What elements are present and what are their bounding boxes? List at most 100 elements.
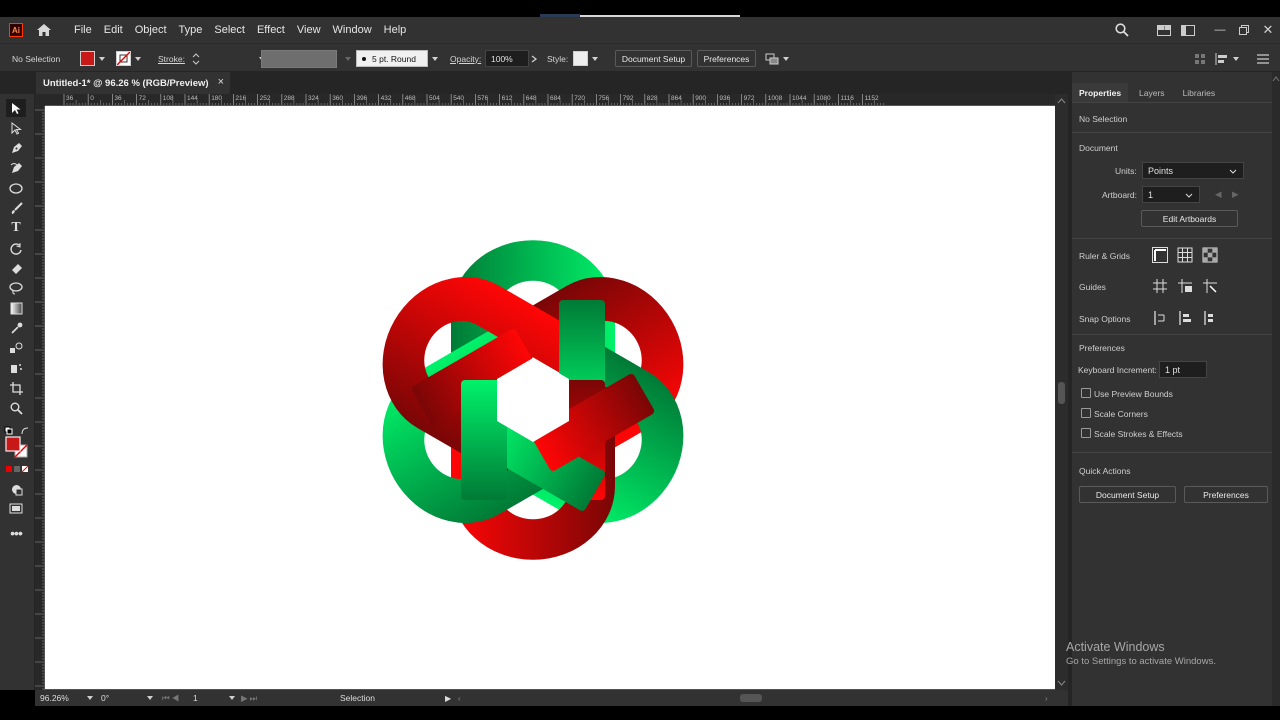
- fill-swatch[interactable]: [80, 51, 95, 66]
- units-dropdown[interactable]: Points: [1142, 162, 1244, 179]
- restore-icon[interactable]: [1232, 17, 1256, 43]
- document-setup-button[interactable]: Document Setup: [615, 50, 692, 67]
- menu-effect[interactable]: Effect: [251, 24, 291, 36]
- interlaced-knot-artwork[interactable]: [45, 106, 1055, 689]
- status-menu-icon[interactable]: ▶: [445, 694, 451, 703]
- align-left-icon[interactable]: [1215, 44, 1239, 73]
- tab-libraries[interactable]: Libraries: [1176, 83, 1223, 102]
- arrange-documents-icon[interactable]: [1152, 17, 1176, 43]
- fill-dropdown-icon[interactable]: [99, 56, 105, 61]
- zoom-field[interactable]: 96.26%: [40, 693, 69, 703]
- search-icon[interactable]: [1110, 17, 1134, 43]
- menu-help[interactable]: Help: [378, 24, 413, 36]
- more-tools-icon[interactable]: •••: [6, 524, 26, 542]
- use-preview-bounds-checkbox[interactable]: [1081, 388, 1091, 398]
- artboard[interactable]: [45, 106, 1055, 689]
- panel-scroll-up-icon[interactable]: [1272, 75, 1280, 83]
- artboard-nav-dropdown-icon[interactable]: [229, 696, 235, 700]
- transparency-grid-icon[interactable]: [1202, 247, 1218, 263]
- artboard-prev-icon[interactable]: ◀: [1215, 189, 1222, 200]
- eyedropper-tool-icon[interactable]: [6, 319, 26, 337]
- brush-dropdown-icon[interactable]: [432, 56, 438, 61]
- stroke-weight-field[interactable]: [203, 50, 255, 67]
- rotation-field[interactable]: 0°: [101, 693, 109, 703]
- menu-window[interactable]: Window: [327, 24, 378, 36]
- fill-stroke-indicator[interactable]: [4, 436, 30, 458]
- lock-guides-icon[interactable]: [1177, 278, 1193, 294]
- menu-type[interactable]: Type: [173, 24, 209, 36]
- arrange-icon[interactable]: [765, 44, 789, 73]
- pen-tool-icon[interactable]: [6, 139, 26, 157]
- color-mode-icons[interactable]: [4, 464, 30, 474]
- show-guides-icon[interactable]: [1152, 278, 1168, 294]
- snap-to-pixel-icon[interactable]: [1177, 310, 1193, 326]
- menu-view[interactable]: View: [291, 24, 327, 36]
- eraser-tool-icon[interactable]: [6, 259, 26, 277]
- panel-scrollbar[interactable]: [1272, 72, 1280, 706]
- type-tool-icon[interactable]: T: [6, 219, 26, 237]
- symbol-sprayer-tool-icon[interactable]: [6, 359, 26, 377]
- zoom-tool-icon[interactable]: [6, 399, 26, 417]
- direct-selection-tool-icon[interactable]: [6, 119, 26, 137]
- stroke-label[interactable]: Stroke:: [158, 44, 185, 73]
- artboard-next-icon[interactable]: ▶: [1232, 189, 1239, 200]
- brush-definition[interactable]: 5 pt. Round: [356, 50, 428, 67]
- minimize-icon[interactable]: —: [1208, 17, 1232, 43]
- artboard-tool-icon[interactable]: [6, 379, 26, 397]
- workspace-icon[interactable]: [1176, 17, 1200, 43]
- graphic-style-swatch[interactable]: [573, 51, 588, 66]
- vertical-scrollbar[interactable]: [1055, 94, 1068, 690]
- scale-strokes-checkbox[interactable]: [1081, 428, 1091, 438]
- zoom-dropdown-icon[interactable]: [87, 696, 93, 700]
- close-tab-icon[interactable]: ×: [218, 76, 224, 88]
- smart-guides-icon[interactable]: [1202, 278, 1218, 294]
- document-tab[interactable]: Untitled-1* @ 96.26 % (RGB/Preview) ×: [36, 72, 230, 94]
- screen-mode-icon[interactable]: [6, 500, 26, 518]
- curvature-tool-icon[interactable]: [6, 159, 26, 177]
- menu-edit[interactable]: Edit: [98, 24, 129, 36]
- hscroll-right-icon[interactable]: ›: [1045, 694, 1048, 703]
- rotate-tool-icon[interactable]: [6, 239, 26, 257]
- ruler-corner[interactable]: [35, 94, 45, 106]
- stroke-dropdown-icon[interactable]: [135, 56, 141, 61]
- home-icon[interactable]: [35, 21, 53, 39]
- opacity-arrow-icon[interactable]: [531, 44, 537, 73]
- menu-select[interactable]: Select: [208, 24, 251, 36]
- tab-properties[interactable]: Properties: [1072, 83, 1129, 102]
- draw-mode-icon[interactable]: [6, 480, 26, 498]
- artboard-dropdown[interactable]: 1: [1142, 186, 1200, 203]
- scroll-down-icon[interactable]: [1055, 678, 1068, 688]
- ellipse-tool-icon[interactable]: [6, 179, 26, 197]
- align-icon[interactable]: [1194, 44, 1206, 73]
- hscroll-left-icon[interactable]: ‹: [458, 694, 461, 703]
- first-prev-artboard-icons[interactable]: ⏮◀: [162, 693, 181, 704]
- artboard-nav-field[interactable]: 1: [193, 693, 198, 703]
- paintbrush-tool-icon[interactable]: [6, 199, 26, 217]
- variable-width-profile[interactable]: [261, 49, 337, 68]
- rotation-dropdown-icon[interactable]: [147, 696, 153, 700]
- stroke-weight-stepper[interactable]: [192, 44, 200, 73]
- show-rulers-icon[interactable]: [1152, 247, 1168, 263]
- tab-layers[interactable]: Layers: [1132, 83, 1172, 102]
- snap-to-point-icon[interactable]: [1152, 310, 1168, 326]
- snap-to-glyph-icon[interactable]: [1202, 310, 1218, 326]
- scroll-thumb[interactable]: [1058, 382, 1065, 404]
- hscroll-thumb[interactable]: [740, 694, 762, 702]
- profile-dropdown-icon[interactable]: [345, 56, 351, 61]
- scale-corners-checkbox[interactable]: [1081, 408, 1091, 418]
- vertical-ruler[interactable]: [35, 106, 45, 690]
- show-grid-icon[interactable]: [1177, 247, 1193, 263]
- opacity-label[interactable]: Opacity:: [450, 44, 481, 73]
- menu-file[interactable]: File: [68, 24, 98, 36]
- keyboard-increment-field[interactable]: 1 pt: [1159, 361, 1207, 378]
- close-window-icon[interactable]: ✕: [1256, 17, 1280, 43]
- menu-object[interactable]: Object: [129, 24, 173, 36]
- quick-document-setup-button[interactable]: Document Setup: [1079, 486, 1176, 503]
- edit-artboards-button[interactable]: Edit Artboards: [1141, 210, 1238, 227]
- scroll-up-icon[interactable]: [1055, 96, 1068, 106]
- stroke-swatch[interactable]: [116, 51, 131, 66]
- opacity-field[interactable]: 100%: [485, 50, 529, 67]
- quick-preferences-button[interactable]: Preferences: [1184, 486, 1268, 503]
- gradient-tool-icon[interactable]: [6, 299, 26, 317]
- style-dropdown-icon[interactable]: [592, 56, 598, 61]
